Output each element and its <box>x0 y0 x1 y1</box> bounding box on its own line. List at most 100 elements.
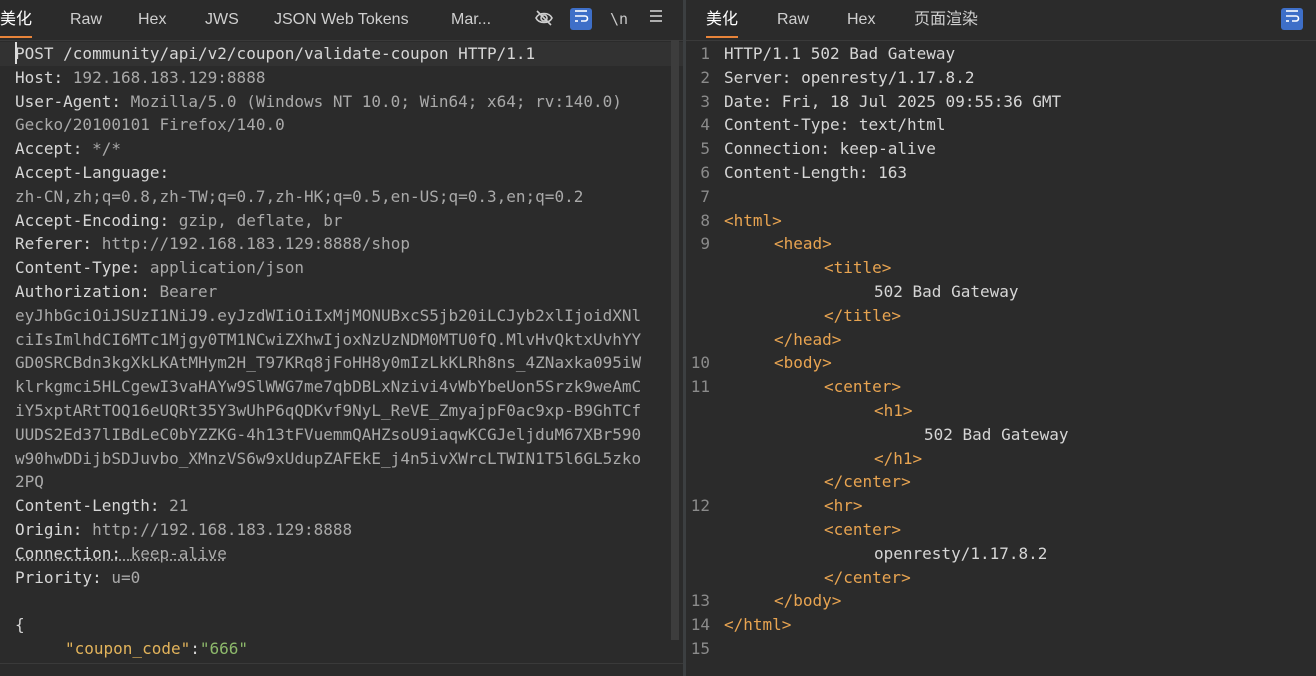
request-line-text: 2PQ <box>15 470 44 494</box>
header-key: Connection: <box>15 543 131 563</box>
request-line-text: Authorization: Bearer <box>15 280 217 304</box>
tab-hex[interactable]: Hex <box>847 0 875 40</box>
header-key: Content-Type: <box>15 258 150 278</box>
request-pane: 美化 Raw Hex JWS JSON Web Tokens Mar... \n… <box>0 0 683 676</box>
html-tag: <h1> <box>874 400 913 420</box>
line-number: 9 <box>700 234 710 254</box>
response-text: openresty/1.17.8.2 <box>874 543 1048 563</box>
response-line: 8 <html> <box>686 209 1316 233</box>
request-line-text: { <box>15 613 25 637</box>
request-tabbar: 美化 Raw Hex JWS JSON Web Tokens Mar... \n <box>0 0 683 41</box>
header-key: Authorization: <box>15 281 160 301</box>
response-line: <center> <box>686 518 1316 542</box>
html-tag: <center> <box>824 519 902 539</box>
request-line: UUDS2Ed37lIBdLeC0bYZZKG-4h13tFVuemmQAHZs… <box>0 423 683 447</box>
tab-json-web-tokens[interactable]: JSON Web Tokens <box>274 0 409 40</box>
response-text: 502 Bad Gateway <box>874 281 1019 301</box>
request-line: Priority: u=0 <box>0 566 683 590</box>
response-line: 7 <box>686 185 1316 209</box>
response-text: 502 Bad Gateway <box>924 424 1069 444</box>
tab-pretty[interactable]: 美化 <box>706 0 739 40</box>
json-key: "coupon_code" <box>65 638 191 658</box>
response-line: 14 </html> <box>686 613 1316 637</box>
request-line: Origin: http://192.168.183.129:8888 <box>0 518 683 542</box>
header-value: http://192.168.183.129:8888 <box>92 519 353 539</box>
tab-jws[interactable]: JWS <box>205 0 239 40</box>
response-line: 12 <hr> <box>686 494 1316 518</box>
response-line: <title> <box>686 256 1316 280</box>
html-tag: </html> <box>724 615 792 635</box>
line-number: 3 <box>700 91 710 111</box>
response-text: Connection: keep-alive <box>724 139 936 159</box>
request-line: Accept-Language: <box>0 161 683 185</box>
request-line-text: klrkgmci5HLCgewI3vaHAYw9SlWWG7me7qbDBLxN… <box>15 375 641 399</box>
tab-more[interactable]: Mar... <box>451 0 491 40</box>
json-body-line: "coupon_code":"666" <box>0 637 683 661</box>
request-line-text: w90hwDDijbSDJuvbo_XMnzVS6w9xUdupZAFEkE_j… <box>15 447 641 471</box>
wrap-lines-icon[interactable] <box>570 8 592 30</box>
request-line: Referer: http://192.168.183.129:8888/sho… <box>0 232 683 256</box>
eye-slash-icon[interactable] <box>533 8 555 30</box>
tab-pretty[interactable]: 美化 <box>0 0 33 40</box>
request-horizontal-scrollbar[interactable] <box>0 663 683 676</box>
request-line: Content-Length: 21 <box>0 494 683 518</box>
request-line-text: Content-Length: 21 <box>15 494 188 518</box>
newline-toggle[interactable]: \n <box>608 8 630 30</box>
header-key: Priority: <box>15 567 112 587</box>
request-line-text: Accept-Language: <box>15 161 179 185</box>
tab-raw[interactable]: Raw <box>70 0 102 40</box>
header-value: */* <box>92 139 121 159</box>
request-line <box>0 589 683 613</box>
request-line: Content-Type: application/json <box>0 256 683 280</box>
header-value: http://192.168.183.129:8888/shop <box>101 234 410 254</box>
json-value: "666" <box>199 638 249 658</box>
html-tag: </h1> <box>874 448 923 468</box>
header-value: ciIsImlhdCI6MTc1Mjgy0TM1NCwiZXhwIjoxNzUz… <box>15 329 642 349</box>
header-value: Mozilla/5.0 (Windows NT 10.0; Win64; x64… <box>130 91 622 111</box>
html-tag: </head> <box>774 329 842 349</box>
tab-render[interactable]: 页面渲染 <box>914 0 978 40</box>
request-line-text: Host: 192.168.183.129:8888 <box>15 66 265 90</box>
request-line-text: POST /community/api/v2/coupon/validate-c… <box>15 42 535 66</box>
request-line: eyJhbGciOiJSUzI1NiJ9.eyJzdWIiOiIxMjMONUB… <box>0 304 683 328</box>
line-number: 2 <box>700 67 710 87</box>
html-tag: </title> <box>824 305 902 325</box>
header-key: Accept-Language: <box>15 162 179 182</box>
request-line-text: Connection: keep-alive <box>15 542 227 566</box>
html-tag: </center> <box>824 567 911 587</box>
response-line: <h1> <box>686 399 1316 423</box>
html-tag: </body> <box>774 591 842 611</box>
response-editor[interactable]: 1 HTTP/1.1 502 Bad Gateway 2 Server: openre… <box>686 42 1316 676</box>
line-number: 5 <box>700 139 710 159</box>
header-key: User-Agent: <box>15 91 131 111</box>
request-line: w90hwDDijbSDJuvbo_XMnzVS6w9xUdupZAFEkE_j… <box>0 447 683 471</box>
request-editor[interactable]: POST /community/api/v2/coupon/validate-c… <box>0 42 683 676</box>
response-line: 10 <body> <box>686 351 1316 375</box>
line-number: 13 <box>690 591 710 611</box>
tab-hex[interactable]: Hex <box>138 0 166 40</box>
header-value: 192.168.183.129:8888 <box>72 67 266 87</box>
request-line-text: Gecko/20100101 Firefox/140.0 <box>15 113 285 137</box>
request-line-text: Content-Type: application/json <box>15 256 304 280</box>
request-line: User-Agent: Mozilla/5.0 (Windows NT 10.0… <box>0 90 683 114</box>
hamburger-menu-icon[interactable] <box>645 8 667 30</box>
request-line-text: UUDS2Ed37lIBdLeC0bYZZKG-4h13tFVuemmQAHZs… <box>15 423 641 447</box>
header-value: Gecko/20100101 Firefox/140.0 <box>15 115 285 135</box>
line-number: 15 <box>690 638 710 658</box>
line-number: 7 <box>700 186 710 206</box>
tab-raw[interactable]: Raw <box>777 0 809 40</box>
wrap-lines-icon[interactable] <box>1281 8 1303 30</box>
response-line: 5 Connection: keep-alive <box>686 137 1316 161</box>
response-text: Server: openresty/1.17.8.2 <box>724 67 975 87</box>
response-line: 502 Bad Gateway <box>686 280 1316 304</box>
header-key: Host: <box>15 67 73 87</box>
html-tag: <center> <box>824 377 902 397</box>
request-vertical-scrollbar[interactable] <box>671 40 679 640</box>
request-line-text: Origin: http://192.168.183.129:8888 <box>15 518 352 542</box>
html-tag: </center> <box>824 472 911 492</box>
request-line-text: Accept-Encoding: gzip, deflate, br <box>15 209 343 233</box>
line-number: 10 <box>690 353 710 373</box>
html-tag: <hr> <box>824 496 863 516</box>
header-value: GD0SRCBdn3kgXkLKAtMHym2H_T97KRq8jFoHH8y0… <box>15 353 642 373</box>
request-line: zh-CN,zh;q=0.8,zh-TW;q=0.7,zh-HK;q=0.5,e… <box>0 185 683 209</box>
